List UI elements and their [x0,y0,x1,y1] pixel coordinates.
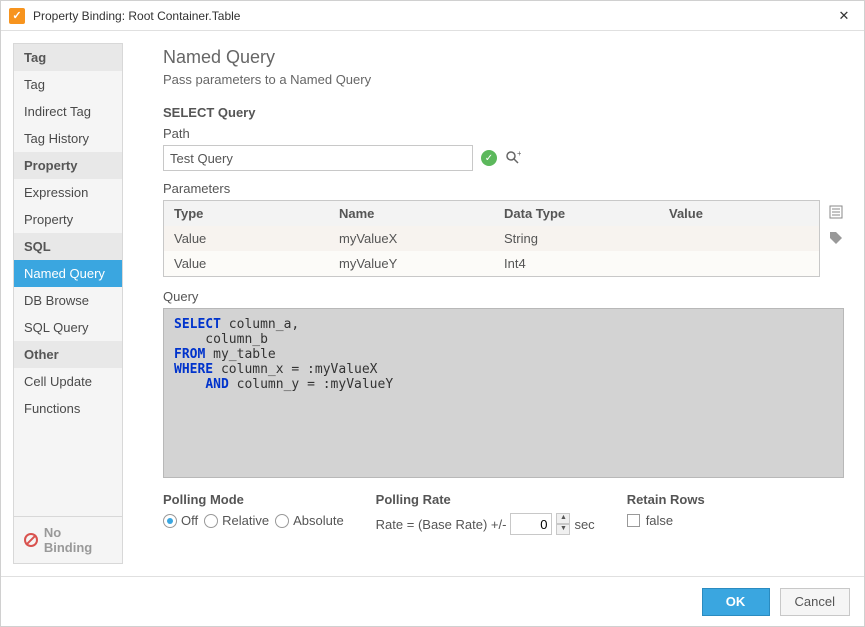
rate-spinner-down[interactable]: ▼ [556,524,570,535]
rate-input[interactable] [510,513,552,535]
radio-label: Relative [222,513,269,528]
parameters-label: Parameters [163,181,844,196]
sidebar-header: SQL [14,233,122,260]
polling-mode-relative[interactable]: Relative [204,513,269,528]
sidebar-header: Other [14,341,122,368]
table-cell-type: Value [164,251,329,276]
rate-spinner: ▲ ▼ [556,513,570,535]
sidebar-item-named-query[interactable]: Named Query [14,260,122,287]
sidebar-item-cell-update[interactable]: Cell Update [14,368,122,395]
footer: OK Cancel [1,576,864,626]
radio-label: Off [181,513,198,528]
main-panel: Named Query Pass parameters to a Named Q… [135,43,852,564]
polling-mode-absolute[interactable]: Absolute [275,513,344,528]
header-value: Value [659,201,819,226]
no-binding-label: No Binding [44,525,112,555]
sidebar-item-tag[interactable]: Tag [14,71,122,98]
valid-icon: ✓ [481,150,497,166]
sidebar-item-expression[interactable]: Expression [14,179,122,206]
header-name: Name [329,201,494,226]
table-cell-datatype: String [494,226,659,251]
parameters-table: Type Name Data Type Value ValuemyValueXS… [163,200,820,277]
table-cell-datatype: Int4 [494,251,659,276]
cancel-button[interactable]: Cancel [780,588,850,616]
app-icon [9,8,25,24]
bottom-row: Polling Mode Off Relative Absolute Polling… [163,492,844,535]
rate-prefix: Rate = (Base Rate) +/- [376,517,507,532]
retain-rows-row: false [627,513,705,528]
header-datatype: Data Type [494,201,659,226]
sidebar-item-property[interactable]: Property [14,206,122,233]
parameters-table-wrap: Type Name Data Type Value ValuemyValueXS… [163,200,820,289]
page-subtitle: Pass parameters to a Named Query [163,72,844,87]
window: Property Binding: Root Container.Table ✕… [0,0,865,627]
sidebar-list: TagTagIndirect TagTag HistoryPropertyExp… [14,44,122,516]
table-cell-name: myValueX [329,226,494,251]
select-query-header: SELECT Query [163,105,844,120]
retain-rows-group: Retain Rows false [627,492,705,528]
list-icon[interactable] [828,204,844,220]
sidebar: TagTagIndirect TagTag HistoryPropertyExp… [13,43,123,564]
sidebar-header: Property [14,152,122,179]
rate-spinner-up[interactable]: ▲ [556,513,570,524]
tag-icon[interactable] [828,230,844,246]
table-side-icons [828,200,844,246]
sidebar-item-db-browse[interactable]: DB Browse [14,287,122,314]
table-cell-name: myValueY [329,251,494,276]
titlebar: Property Binding: Root Container.Table ✕ [1,1,864,31]
retain-rows-checkbox[interactable] [627,514,640,527]
ok-button[interactable]: OK [702,588,770,616]
search-icon[interactable]: + [505,150,521,166]
polling-mode-off[interactable]: Off [163,513,198,528]
header-type: Type [164,201,329,226]
radio-label: Absolute [293,513,344,528]
radio-icon [163,514,177,528]
parameters-container: Type Name Data Type Value ValuemyValueXS… [163,200,844,289]
polling-mode-label: Polling Mode [163,492,344,507]
no-binding-button[interactable]: No Binding [14,516,122,563]
polling-mode-group: Polling Mode Off Relative Absolute [163,492,344,528]
retain-rows-text: false [646,513,673,528]
radio-icon [275,514,289,528]
polling-rate-row: Rate = (Base Rate) +/- ▲ ▼ sec [376,513,595,535]
radio-icon [204,514,218,528]
table-cell-value [659,226,819,251]
polling-rate-label: Polling Rate [376,492,595,507]
sidebar-item-functions[interactable]: Functions [14,395,122,422]
window-title: Property Binding: Root Container.Table [33,9,832,23]
query-label: Query [163,289,844,304]
sidebar-header: Tag [14,44,122,71]
svg-text:+: + [517,150,521,158]
path-input[interactable] [163,145,473,171]
no-binding-icon [24,533,38,547]
page-title: Named Query [163,47,844,68]
sidebar-item-tag-history[interactable]: Tag History [14,125,122,152]
path-label: Path [163,126,844,141]
polling-rate-group: Polling Rate Rate = (Base Rate) +/- ▲ ▼ … [376,492,595,535]
close-icon[interactable]: ✕ [832,4,856,28]
polling-mode-radios: Off Relative Absolute [163,513,344,528]
path-row: ✓ + [163,145,844,171]
body: TagTagIndirect TagTag HistoryPropertyExp… [1,31,864,576]
retain-rows-label: Retain Rows [627,492,705,507]
table-cell-type: Value [164,226,329,251]
sidebar-item-sql-query[interactable]: SQL Query [14,314,122,341]
table-cell-value [659,251,819,276]
query-box: SELECT column_a, column_b FROM my_table … [163,308,844,478]
rate-suffix: sec [574,517,594,532]
table-header-row: Type Name Data Type Value [164,201,819,226]
sidebar-item-indirect-tag[interactable]: Indirect Tag [14,98,122,125]
table-row[interactable]: ValuemyValueXString [164,226,819,251]
table-row[interactable]: ValuemyValueYInt4 [164,251,819,276]
